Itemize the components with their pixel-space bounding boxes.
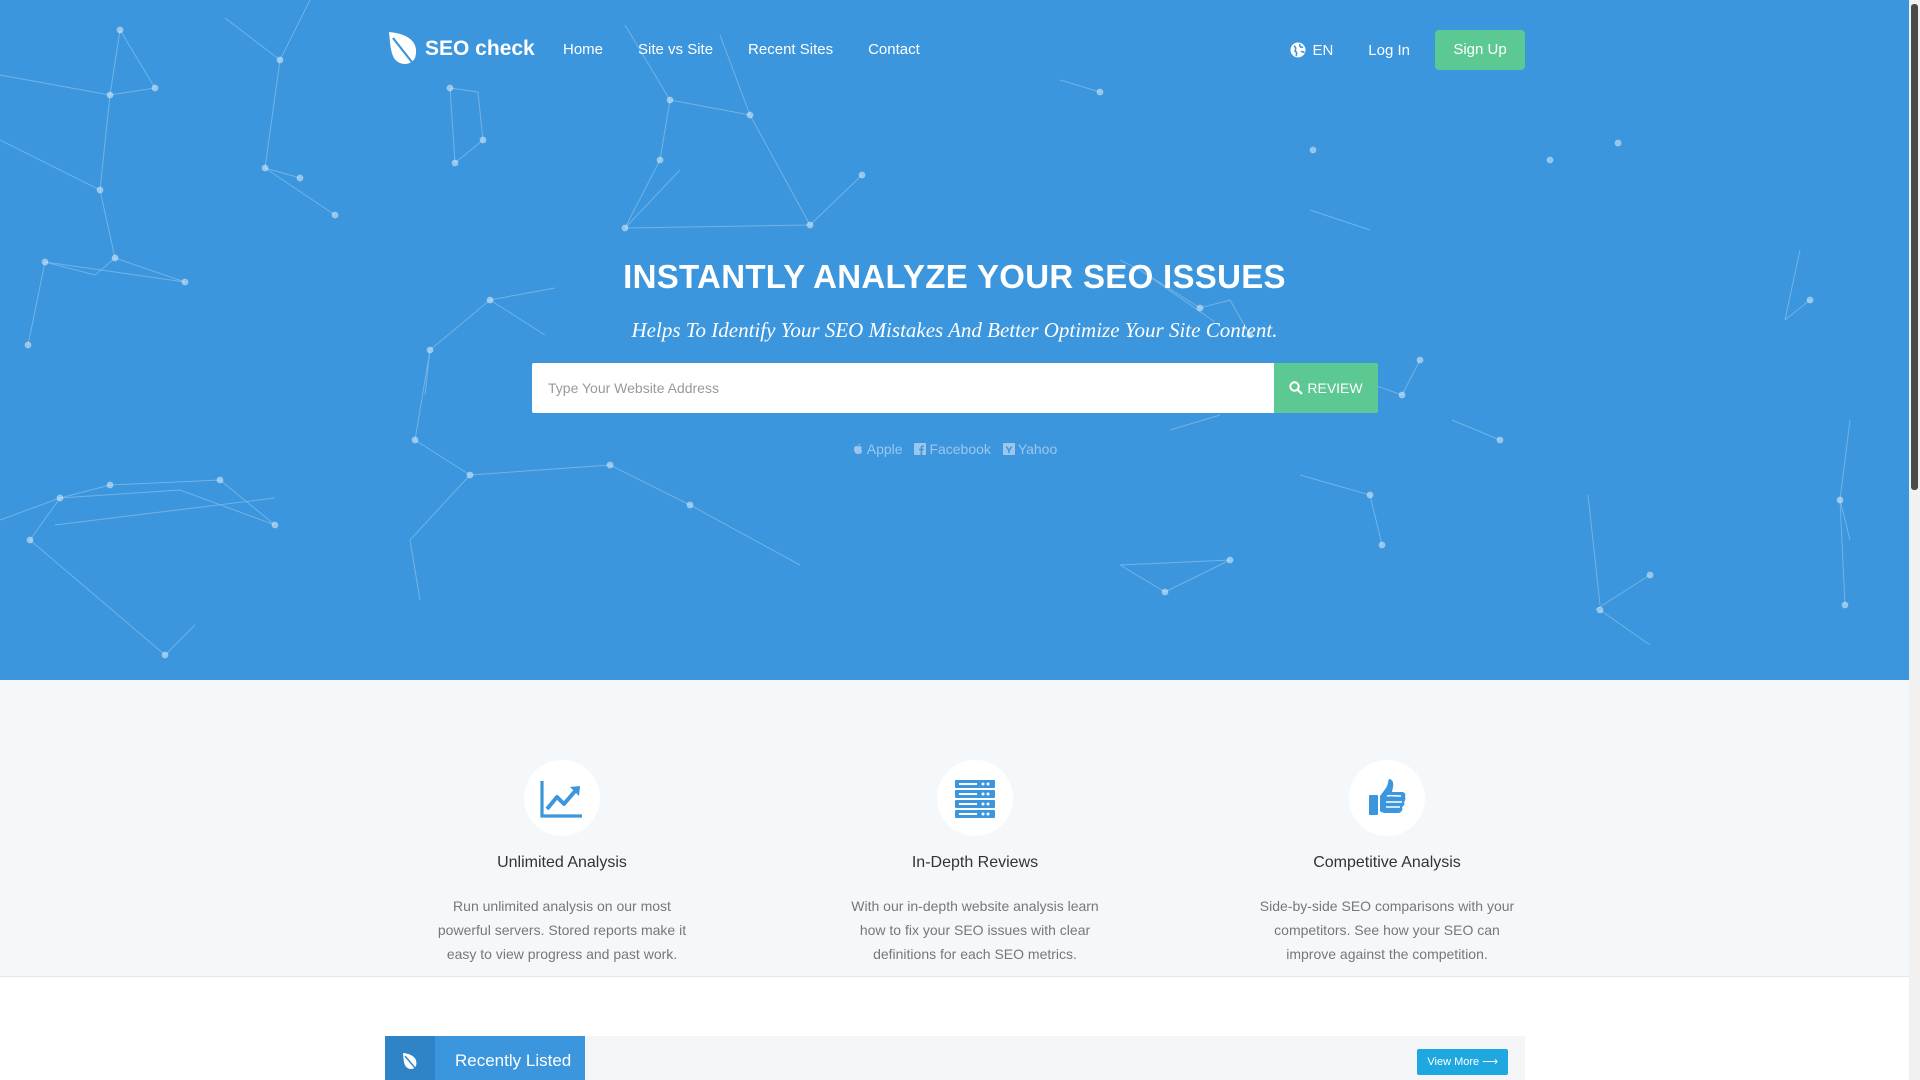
signup-button[interactable]: Sign Up [1435,30,1525,70]
page: SEO check Home Site vs Site Recent Sites… [0,0,1909,1080]
feature-unlimited-analysis: Unlimited Analysis Run unlimited analysi… [422,760,702,966]
nav-home[interactable]: Home [563,41,603,58]
feature-icon-circle [937,760,1013,836]
leaf-icon [403,1053,417,1070]
feature-title: In-Depth Reviews [911,854,1039,871]
feature-title: Unlimited Analysis [497,854,627,871]
hero-subtitle: Helps To Identify Your SEO Mistakes And … [631,318,1278,342]
review-label: REVIEW [1307,380,1363,396]
navbar: SEO check Home Site vs Site Recent Sites… [385,0,1525,100]
nav-contact[interactable]: Contact [868,41,920,58]
website-address-input[interactable] [532,363,1274,413]
feature-text: With our in-depth website analysis learn… [851,898,1099,962]
scrollbar-thumb[interactable] [1911,4,1918,490]
feature-icon-circle [1349,760,1425,836]
language-selector[interactable]: EN [1290,42,1333,59]
feature-title: Competitive Analysis [1313,854,1461,871]
example-sites: Apple Facebook Yahoo [0,441,1909,458]
example-facebook-label: Facebook [929,441,991,457]
feature-icon-circle [524,760,600,836]
brand-logo[interactable]: SEO check [385,30,535,68]
login-link[interactable]: Log In [1368,42,1410,59]
example-apple-label: Apple [866,441,903,457]
line-chart-icon [540,781,582,818]
language-label: EN [1312,41,1334,59]
recently-listed-tab[interactable]: Recently Listed [385,1036,585,1080]
facebook-icon [914,443,927,455]
nav-site-vs-site[interactable]: Site vs Site [638,41,713,58]
nav-recent-sites[interactable]: Recent Sites [748,41,833,58]
view-more-button[interactable]: View More ⟶ [1417,1049,1508,1075]
recently-listed-title: Recently Listed [455,1051,572,1070]
yahoo-icon [1002,443,1015,455]
brand-name: SEO check [425,37,535,60]
feature-competitive-analysis: Competitive Analysis Side-by-side SEO co… [1247,760,1527,966]
page-scrollbar[interactable] [1909,0,1920,1080]
example-yahoo-label: Yahoo [1017,441,1058,457]
apple-icon [853,443,862,454]
feature-text: Side-by-side SEO comparisons with your c… [1259,898,1515,962]
features-section: Unlimited Analysis Run unlimited analysi… [0,680,1909,977]
example-apple[interactable]: Apple [852,441,903,457]
leaf-icon [389,32,417,67]
nav-right: EN Log In Sign Up [1290,30,1525,70]
globe-icon [1290,42,1306,58]
recently-listed-panel: Recently Listed View More ⟶ [385,1036,1525,1080]
server-icon [955,780,995,818]
feature-text: Run unlimited analysis on our most power… [437,898,687,962]
feature-in-depth-reviews: In-Depth Reviews With our in-depth websi… [835,760,1115,966]
hero-title: INSTANTLY ANALYZE YOUR SEO ISSUES [623,258,1286,295]
hero-section: SEO check Home Site vs Site Recent Sites… [0,0,1909,680]
search-icon [1289,381,1304,395]
review-button[interactable]: REVIEW [1274,363,1378,413]
thumbs-up-icon [1369,779,1406,815]
example-facebook[interactable]: Facebook [914,441,991,457]
example-yahoo[interactable]: Yahoo [1002,441,1058,457]
nav-links: Home Site vs Site Recent Sites Contact [563,41,955,58]
search-bar: REVIEW [532,363,1378,413]
tab-icon-box [385,1036,435,1080]
